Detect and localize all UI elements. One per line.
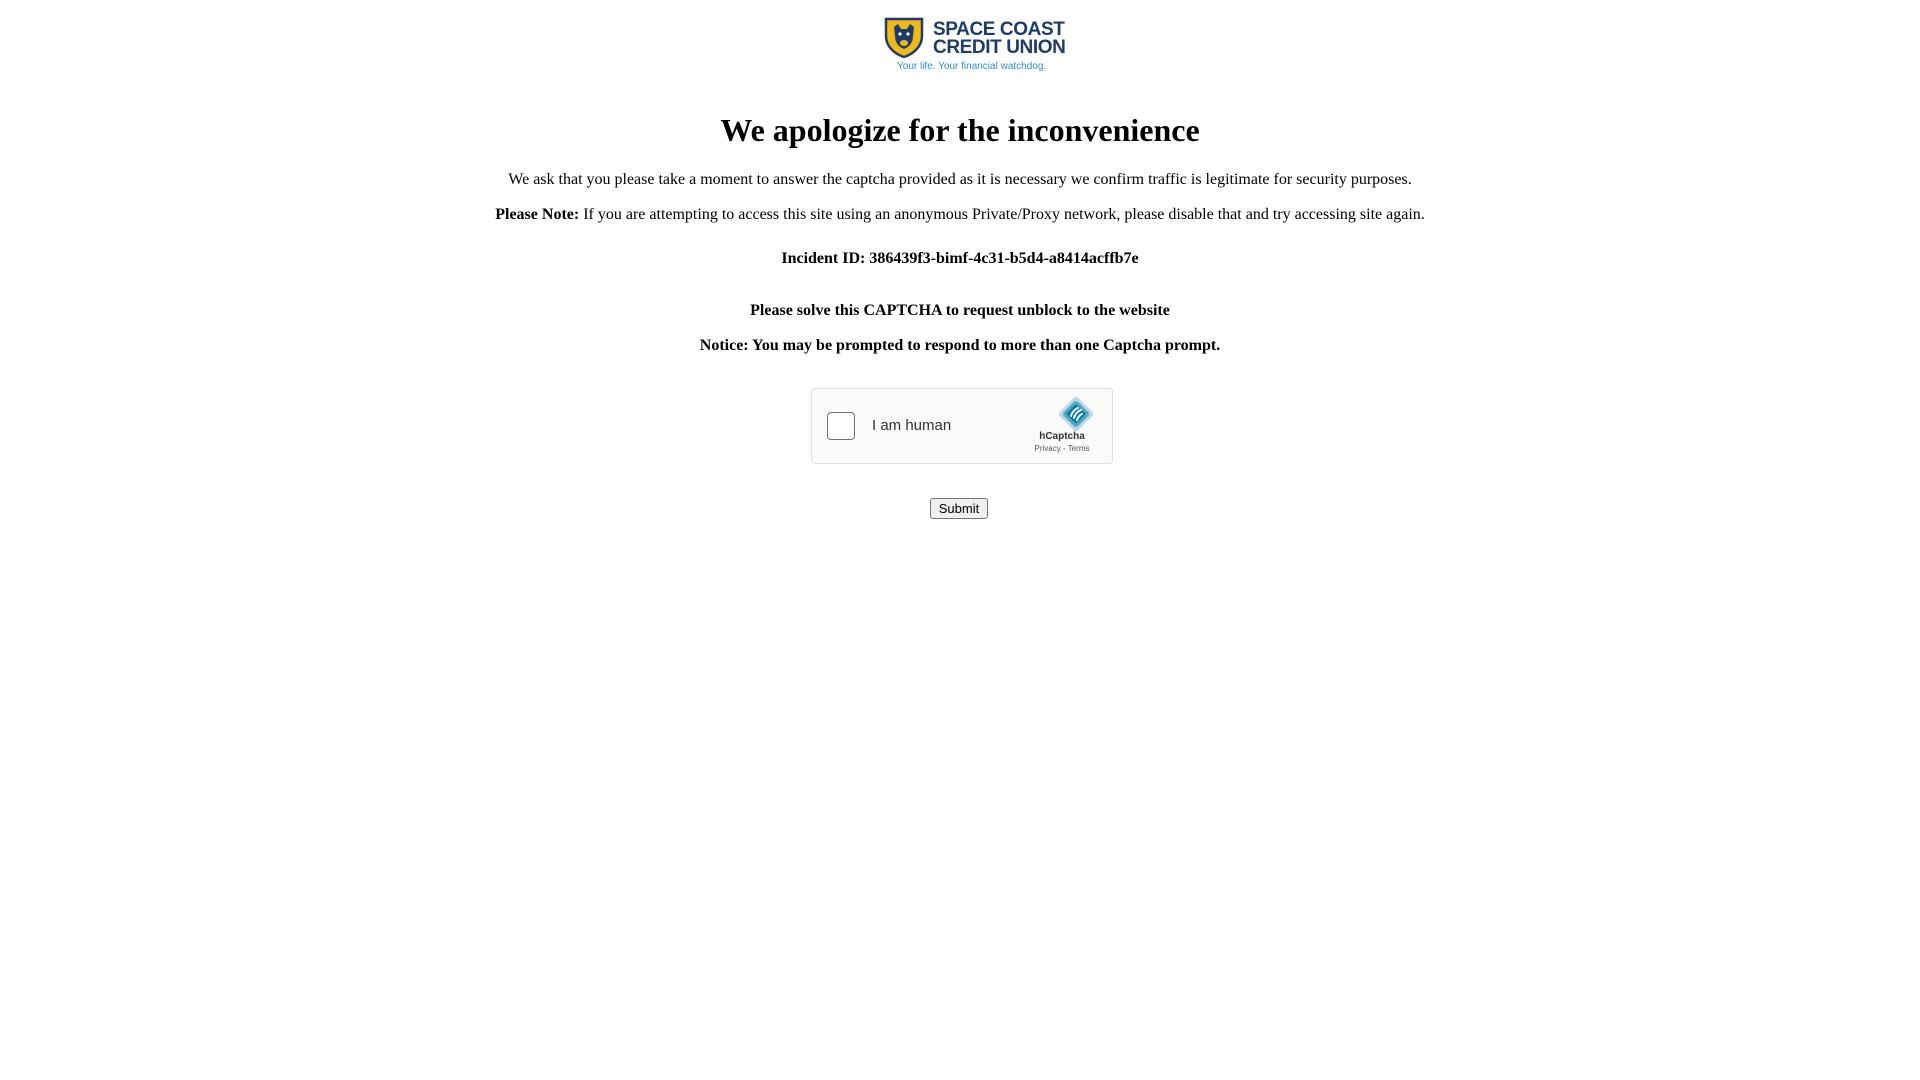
captcha-label: I am human xyxy=(872,417,952,434)
submit-button[interactable]: Submit xyxy=(930,498,988,519)
links-separator: - xyxy=(1060,444,1068,453)
note-text: If you are attempting to access this sit… xyxy=(579,206,1425,223)
security-message: We ask that you please take a moment to … xyxy=(508,171,1412,188)
hcaptcha-logo-icon xyxy=(1059,397,1093,431)
hcaptcha-brand: hCaptcha xyxy=(1039,431,1085,442)
proxy-note: Please Note: If you are attempting to ac… xyxy=(0,205,1920,225)
note-label: Please Note: xyxy=(495,206,580,223)
captcha-prompt: Please solve this CAPTCHA to request unb… xyxy=(750,302,1170,319)
logo-tagline: Your life. Your financial watchdog. xyxy=(897,61,1047,72)
sccu-logo: SPACE COAST CREDIT UNION Your life. Your… xyxy=(883,16,1066,74)
captcha-checkbox[interactable] xyxy=(827,412,855,440)
logo-text-line2: CREDIT UNION xyxy=(933,37,1066,58)
watchdog-shield-icon xyxy=(884,17,924,58)
incident-id: Incident ID: 386439f3-bimf-4c31-b5d4-a84… xyxy=(781,250,1139,267)
page-title: We apologize for the inconvenience xyxy=(720,112,1200,148)
captcha-notice: Notice: You may be prompted to respond t… xyxy=(699,337,1221,354)
terms-link[interactable]: Terms xyxy=(1068,444,1090,453)
captcha-links: Privacy - Terms xyxy=(1017,443,1107,455)
hcaptcha-widget[interactable]: I am human hCaptcha Privacy - Terms xyxy=(811,388,1113,464)
privacy-link[interactable]: Privacy xyxy=(1035,444,1061,453)
